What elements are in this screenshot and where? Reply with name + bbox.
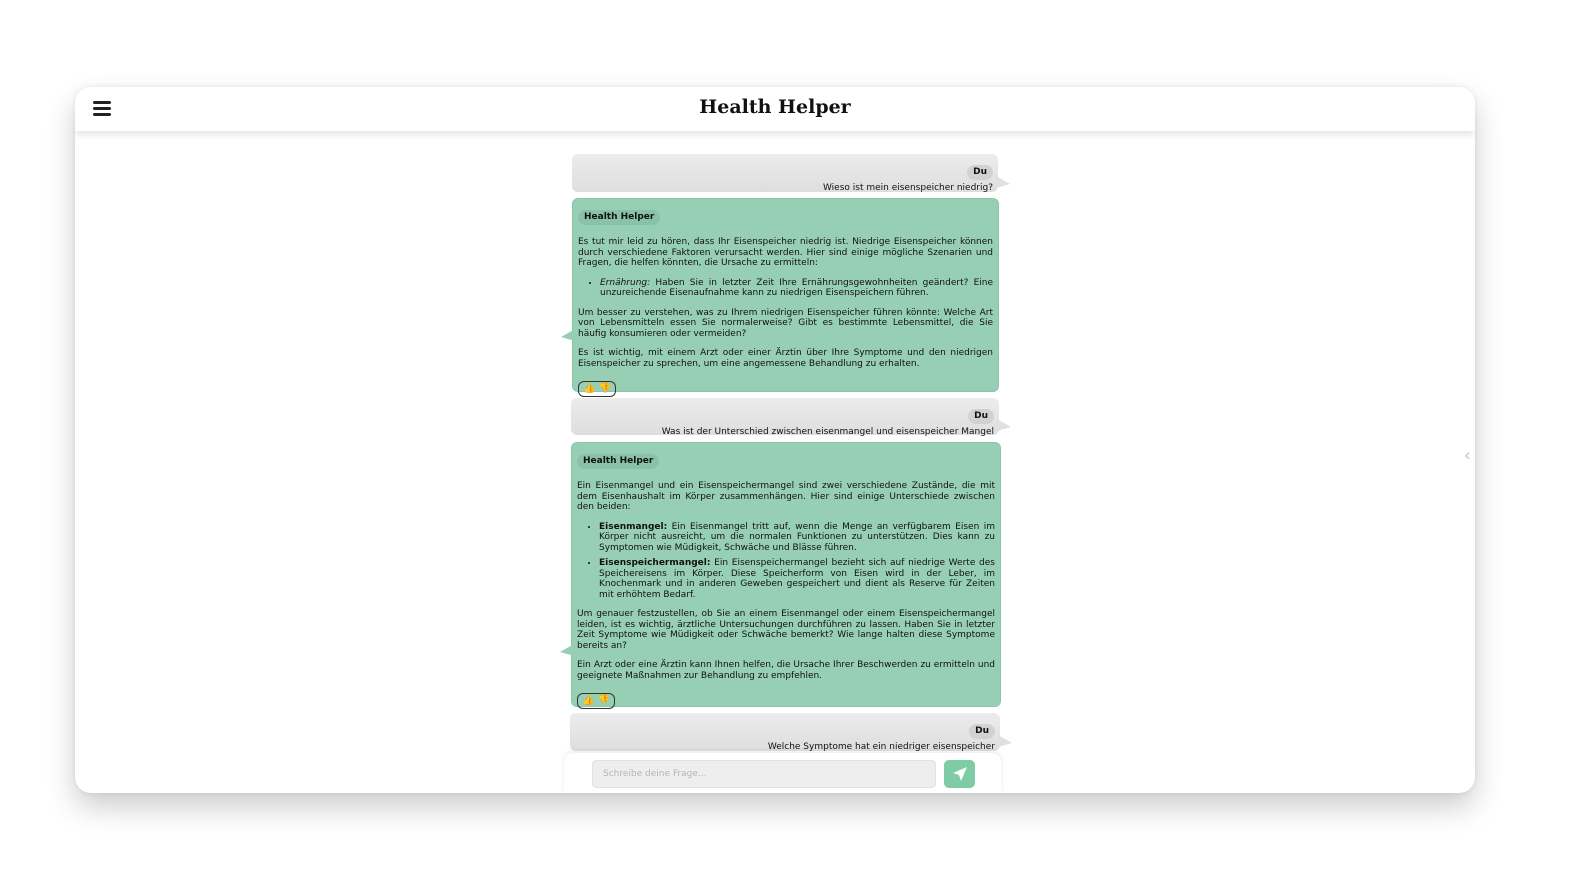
paper-plane-icon — [952, 767, 967, 781]
message-text: Was ist der Unterschied zwischen eisenma… — [661, 427, 994, 437]
message-paragraph: Ein Eisenmangel und ein Eisenspeicherman… — [577, 481, 995, 512]
page-title: Health Helper — [699, 96, 851, 118]
message-text: Wieso ist mein eisenspeicher niedrig? — [822, 183, 993, 193]
user-message: Du Welche Symptome hat ein niedriger eis… — [570, 713, 1012, 752]
message-composer — [564, 753, 1001, 793]
user-message: Du Wieso ist mein eisenspeicher niedrig? — [572, 154, 1010, 193]
question-input[interactable] — [592, 760, 936, 788]
message-body: Es tut mir leid zu hören, dass Ihr Eisen… — [578, 237, 993, 369]
sender-badge: Du — [967, 165, 993, 180]
chat-thread: Du Wieso ist mein eisenspeicher niedrig?… — [75, 87, 1475, 793]
send-button[interactable] — [944, 760, 975, 788]
message-body: Ein Eisenmangel und ein Eisenspeicherman… — [577, 481, 995, 681]
bot-message: Health Helper Es tut mir leid zu hören, … — [561, 198, 999, 397]
message-text: Welche Symptome hat ein niedriger eisens… — [767, 742, 995, 752]
sender-badge: Health Helper — [577, 454, 660, 469]
list-item-label: Eisenmangel: — [599, 521, 668, 532]
message-paragraph: Ein Arzt oder eine Ärztin kann Ihnen hel… — [577, 660, 995, 681]
message-paragraph: Um genauer festzustellen, ob Sie an eine… — [577, 609, 995, 651]
list-item: Ernährung: Haben Sie in letzter Zeit Ihr… — [600, 278, 993, 299]
message-paragraph: Es ist wichtig, mit einem Arzt oder eine… — [578, 348, 993, 369]
list-item-label: Ernährung: — [600, 277, 651, 288]
message-list: Eisenmangel: Ein Eisenmangel tritt auf, … — [577, 522, 995, 601]
list-item-text: Haben Sie in letzter Zeit Ihre Ernährung… — [600, 277, 993, 299]
app-header: Health Helper — [75, 87, 1475, 131]
list-item: Eisenspeichermangel: Ein Eisenspeicherma… — [599, 558, 995, 600]
user-message: Du Was ist der Unterschied zwischen eise… — [571, 398, 1011, 437]
bot-message: Health Helper Ein Eisenmangel und ein Ei… — [560, 442, 1001, 709]
thumbs-up-icon[interactable]: 👍 — [583, 383, 595, 395]
feedback-buttons: 👍 👎 — [577, 693, 615, 709]
message-paragraph: Es tut mir leid zu hören, dass Ihr Eisen… — [578, 237, 993, 268]
sender-badge: Du — [968, 409, 994, 424]
thumbs-up-icon[interactable]: 👍 — [582, 695, 594, 707]
list-item: Eisenmangel: Ein Eisenmangel tritt auf, … — [599, 522, 995, 554]
message-list: Ernährung: Haben Sie in letzter Zeit Ihr… — [578, 278, 993, 299]
sender-badge: Health Helper — [578, 210, 661, 225]
message-paragraph: Um besser zu verstehen, was zu Ihrem nie… — [578, 307, 993, 339]
sender-badge: Du — [969, 724, 995, 739]
feedback-buttons: 👍 👎 — [578, 381, 616, 397]
thumbs-down-icon[interactable]: 👎 — [597, 695, 609, 707]
app-window: Health Helper ‹ Du Wieso ist mein eisens… — [75, 87, 1475, 793]
list-item-label: Eisenspeichermangel: — [599, 558, 711, 568]
thumbs-down-icon[interactable]: 👎 — [598, 383, 610, 395]
